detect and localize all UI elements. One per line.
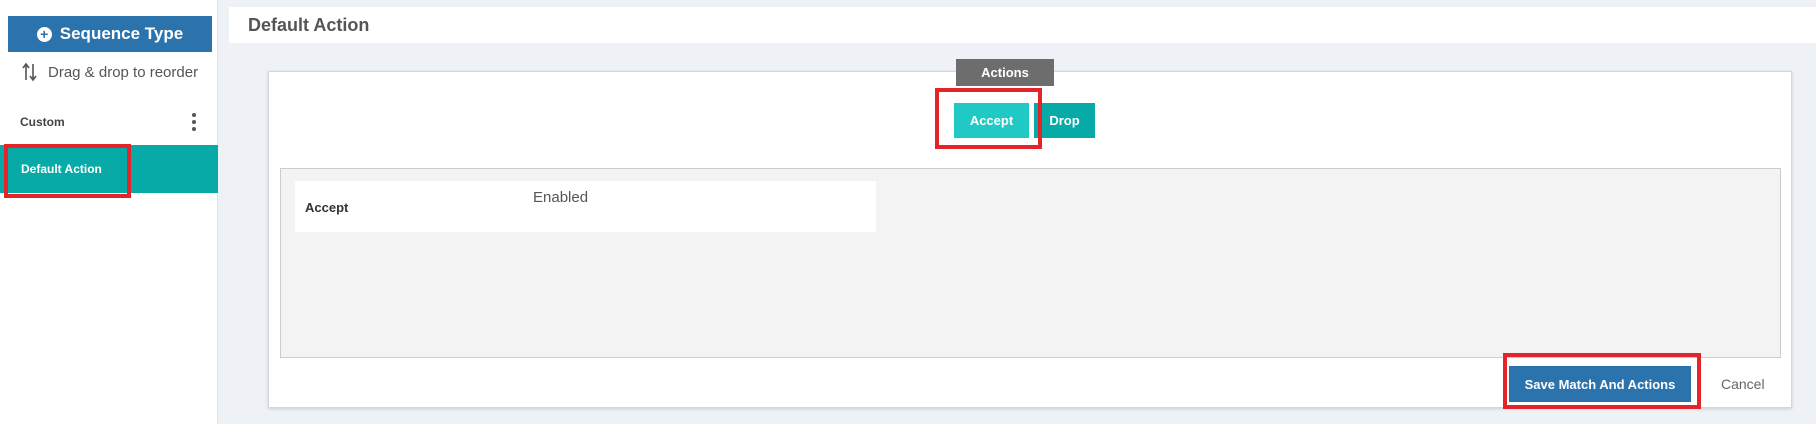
sidebar-item-default-action[interactable]: Default Action <box>0 145 218 193</box>
plus-circle-icon: + <box>36 26 52 42</box>
custom-label: Custom <box>20 115 65 129</box>
sequence-type-button[interactable]: + Sequence Type <box>8 16 212 52</box>
sidebar-item-label: Default Action <box>21 162 102 176</box>
custom-section-row: Custom <box>0 108 218 136</box>
page-title: Default Action <box>248 14 370 35</box>
action-row-name: Accept <box>305 200 349 215</box>
reorder-arrows-icon <box>22 62 38 82</box>
cancel-link[interactable]: Cancel <box>1721 376 1765 392</box>
action-row-status: Enabled <box>533 189 589 206</box>
drop-button[interactable]: Drop <box>1034 103 1095 138</box>
header-bar: Default Action <box>229 7 1816 43</box>
accept-button[interactable]: Accept <box>954 103 1029 138</box>
left-panel: + Sequence Type Drag & drop to reorder C… <box>0 0 218 424</box>
save-match-and-actions-button[interactable]: Save Match And Actions <box>1509 366 1691 402</box>
drag-hint-text: Drag & drop to reorder <box>48 63 199 81</box>
action-row: Accept Enabled <box>295 181 876 232</box>
actions-tab-label: Actions <box>956 59 1054 86</box>
sequence-type-label: Sequence Type <box>59 24 184 43</box>
actions-content-area: Accept Enabled <box>280 168 1781 358</box>
drag-hint: Drag & drop to reorder <box>22 62 198 82</box>
kebab-menu-icon[interactable] <box>192 113 196 131</box>
